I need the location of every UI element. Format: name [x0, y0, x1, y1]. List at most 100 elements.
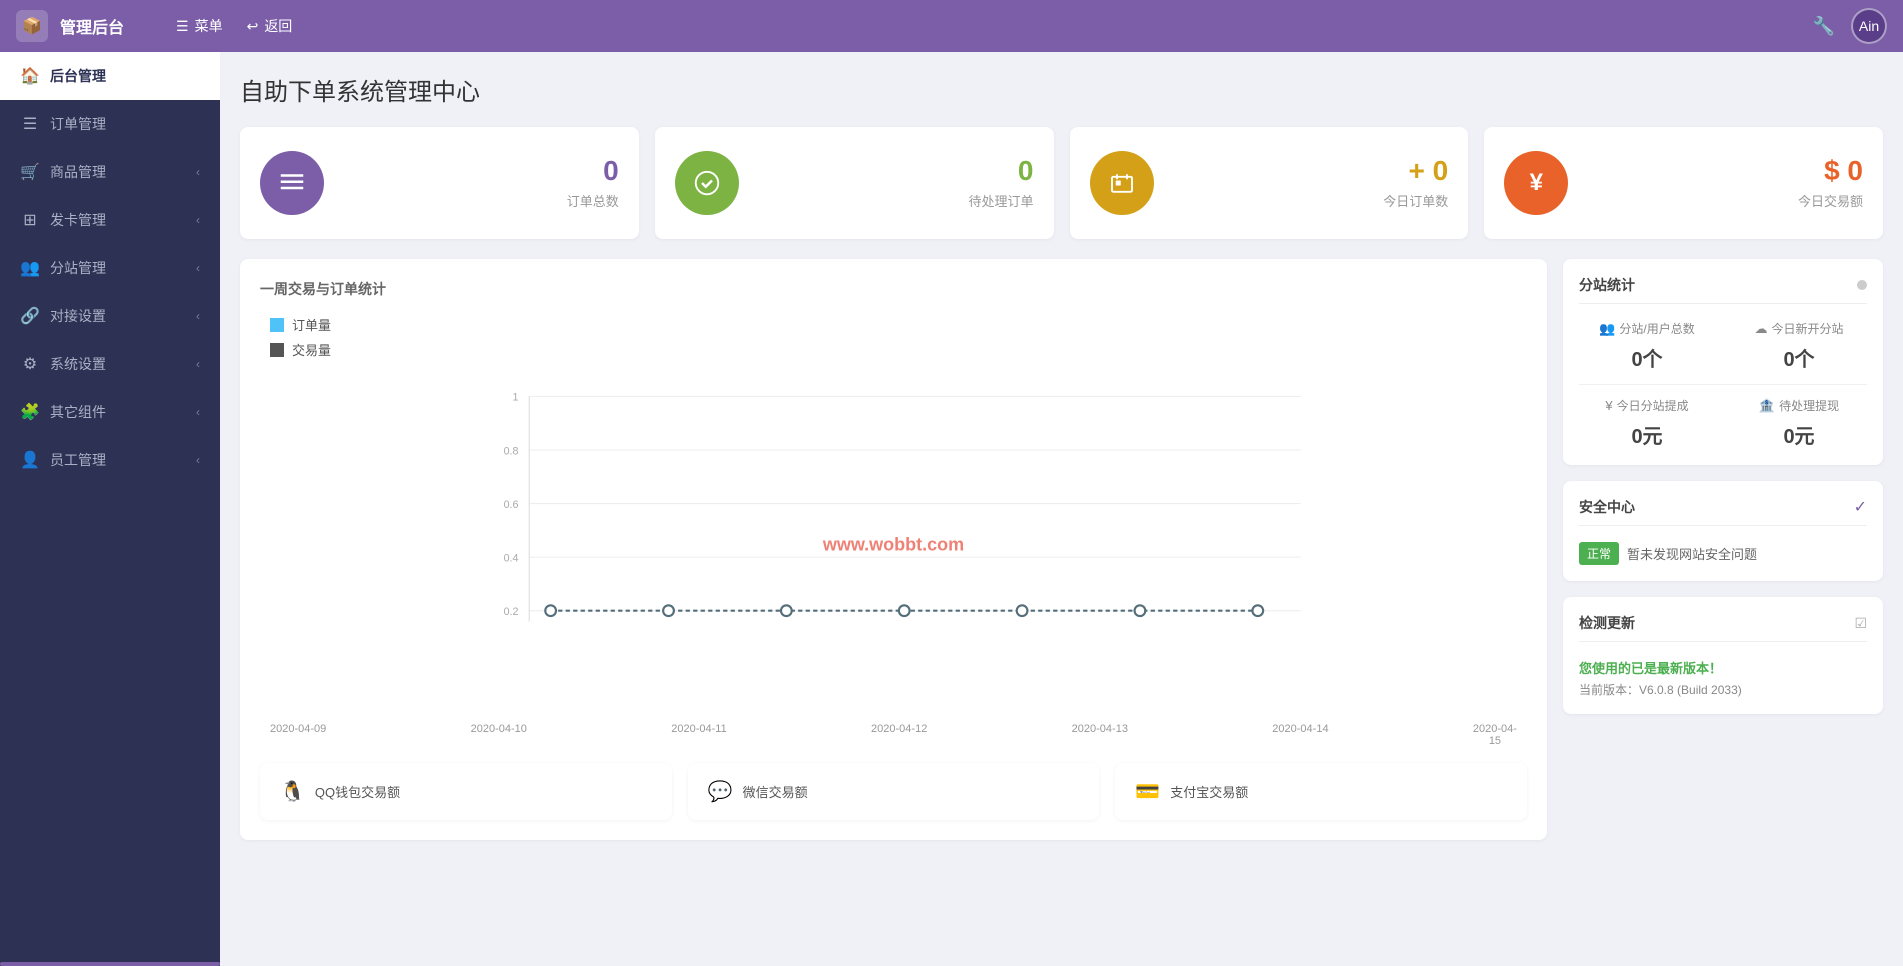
legend-orders: 订单量 — [270, 315, 1527, 334]
chevron-icon: ‹ — [196, 213, 200, 227]
stat-card-today-revenue: ¥ $ 0 今日交易额 — [1484, 127, 1883, 239]
chart-title: 一周交易与订单统计 — [260, 279, 1527, 299]
home-icon: 🏠 — [20, 66, 40, 86]
security-status-text: 暂未发现网站安全问题 — [1627, 544, 1757, 563]
legend-color-transactions — [270, 343, 284, 357]
header-left: 📦 管理后台 ☰ 菜单 ↩ 返回 — [16, 10, 292, 42]
stat-label-total-orders: 订单总数 — [567, 191, 619, 210]
settings-icon[interactable]: 🔧 — [1813, 16, 1835, 37]
x-label-0: 2020-04-09 — [270, 723, 326, 747]
branch-stats-grid: 👥 分站/用户总数 0个 ☁ 今日新开分站 0个 — [1579, 320, 1867, 372]
sidebar-label-orders: 订单管理 — [50, 114, 106, 134]
branch-stat-commission: ¥ 今日分站提成 0元 — [1579, 397, 1715, 449]
stat-value-revenue: $ 0 — [1824, 157, 1863, 185]
stat-icon-revenue: ¥ — [1504, 151, 1568, 215]
svg-text:0.8: 0.8 — [504, 445, 519, 457]
branch-stat-withdrawal: 🏦 待处理提现 0元 — [1731, 397, 1867, 449]
stat-value-pending: 0 — [1018, 157, 1034, 185]
status-dot — [1857, 280, 1867, 290]
x-label-2: 2020-04-11 — [671, 723, 726, 747]
staff-icon: 👤 — [20, 450, 40, 470]
user-avatar[interactable]: Ain — [1851, 8, 1887, 44]
chevron-icon: ‹ — [196, 309, 200, 323]
sidebar-item-cards[interactable]: ⊞ 发卡管理 ‹ — [0, 196, 220, 244]
cards-icon: ⊞ — [20, 210, 40, 230]
x-label-3: 2020-04-12 — [871, 723, 927, 747]
components-icon: 🧩 — [20, 402, 40, 422]
stat-icon-today — [1090, 151, 1154, 215]
bottom-stat-alipay-label: 支付宝交易额 — [1170, 782, 1248, 801]
x-label-1: 2020-04-10 — [471, 723, 527, 747]
branch-stat-value-total: 0个 — [1579, 343, 1715, 372]
bottom-stat-qq: 🐧 QQ钱包交易额 — [260, 763, 672, 820]
sidebar-label-products: 商品管理 — [50, 162, 106, 182]
nav-back[interactable]: ↩ 返回 — [247, 16, 293, 36]
update-latest-text: 您使用的已是最新版本！ — [1579, 658, 1867, 677]
branch-stat-value-commission: 0元 — [1579, 420, 1715, 449]
security-badge: 正常 — [1579, 542, 1619, 565]
branches-icon: 👥 — [20, 258, 40, 278]
bottom-stat-wechat: 💬 微信交易额 — [688, 763, 1100, 820]
orders-icon: ☰ — [20, 114, 40, 134]
sidebar-label-staff: 员工管理 — [50, 450, 106, 470]
chevron-icon: ‹ — [196, 165, 200, 179]
update-panel-header: 检测更新 ☑ — [1579, 613, 1867, 642]
right-panels: 分站统计 👥 分站/用户总数 0个 — [1563, 259, 1883, 840]
security-panel-title: 安全中心 — [1579, 497, 1635, 517]
header-nav: ☰ 菜单 ↩ 返回 — [176, 16, 292, 36]
chevron-icon: ‹ — [196, 261, 200, 275]
content-grid: 一周交易与订单统计 订单量 交易量 www.wobbt.com — [240, 259, 1883, 840]
page-title: 自助下单系统管理中心 — [240, 72, 1883, 107]
chart-legend: 订单量 交易量 — [260, 315, 1527, 359]
stat-icon-pending — [675, 151, 739, 215]
svg-text:0.2: 0.2 — [504, 606, 519, 618]
branch-panel: 分站统计 👥 分站/用户总数 0个 — [1563, 259, 1883, 465]
sidebar-item-settings[interactable]: ⚙ 系统设置 ‹ — [0, 340, 220, 388]
main-layout: 🏠 后台管理 ☰ 订单管理 🛒 商品管理 ‹ ⊞ 发卡管理 ‹ — [0, 52, 1903, 966]
app-title: 管理后台 — [60, 14, 124, 38]
branch-stat-value-new: 0个 — [1731, 343, 1867, 372]
branch-panel-title: 分站统计 — [1579, 275, 1635, 295]
menu-icon: ☰ — [176, 18, 189, 35]
legend-label-orders: 订单量 — [292, 315, 331, 334]
sidebar-item-dashboard[interactable]: 🏠 后台管理 — [0, 52, 220, 100]
check-icon: ✓ — [1854, 497, 1867, 517]
sidebar-item-staff[interactable]: 👤 员工管理 ‹ — [0, 436, 220, 484]
sidebar-item-connect[interactable]: 🔗 对接设置 ‹ — [0, 292, 220, 340]
security-panel: 安全中心 ✓ 正常 暂未发现网站安全问题 — [1563, 481, 1883, 581]
yen-icon: ¥ — [1605, 398, 1612, 413]
checkbox-icon: ☑ — [1854, 615, 1867, 632]
sidebar-bottom-bar — [0, 962, 220, 966]
sidebar-item-components[interactable]: 🧩 其它组件 ‹ — [0, 388, 220, 436]
connect-icon: 🔗 — [20, 306, 40, 326]
stat-label-revenue: 今日交易额 — [1798, 191, 1863, 210]
legend-color-orders — [270, 318, 284, 332]
bank-icon: 🏦 — [1759, 398, 1775, 414]
svg-text:0.4: 0.4 — [504, 552, 519, 564]
settings-icon: ⚙ — [20, 354, 40, 374]
branch-divider — [1579, 384, 1867, 385]
wechat-icon: 💬 — [708, 779, 733, 804]
sidebar-label-connect: 对接设置 — [50, 306, 106, 326]
x-label-4: 2020-04-13 — [1072, 723, 1128, 747]
legend-label-transactions: 交易量 — [292, 340, 331, 359]
products-icon: 🛒 — [20, 162, 40, 182]
sidebar-item-products[interactable]: 🛒 商品管理 ‹ — [0, 148, 220, 196]
chart-svg: 1 0.8 0.6 0.4 0.2 — [260, 375, 1527, 675]
update-panel-title: 检测更新 — [1579, 613, 1635, 633]
x-label-5: 2020-04-14 — [1272, 723, 1328, 747]
bottom-stat-qq-label: QQ钱包交易额 — [315, 782, 400, 801]
x-label-6: 2020-04-15 — [1473, 723, 1517, 747]
alipay-icon: 💳 — [1135, 779, 1160, 804]
sidebar-item-branches[interactable]: 👥 分站管理 ‹ — [0, 244, 220, 292]
stat-label-today-orders: 今日订单数 — [1383, 191, 1448, 210]
nav-menu[interactable]: ☰ 菜单 — [176, 16, 223, 36]
security-panel-header: 安全中心 ✓ — [1579, 497, 1867, 526]
stat-card-today-orders: + 0 今日订单数 — [1070, 127, 1469, 239]
sidebar-item-orders[interactable]: ☰ 订单管理 — [0, 100, 220, 148]
branch-stats-grid-2: ¥ 今日分站提成 0元 🏦 待处理提现 0元 — [1579, 397, 1867, 449]
sidebar-label-components: 其它组件 — [50, 402, 106, 422]
qq-icon: 🐧 — [280, 779, 305, 804]
chart-container: www.wobbt.com 1 0.8 0.6 — [260, 375, 1527, 715]
stat-value-today-orders: + 0 — [1409, 157, 1449, 185]
